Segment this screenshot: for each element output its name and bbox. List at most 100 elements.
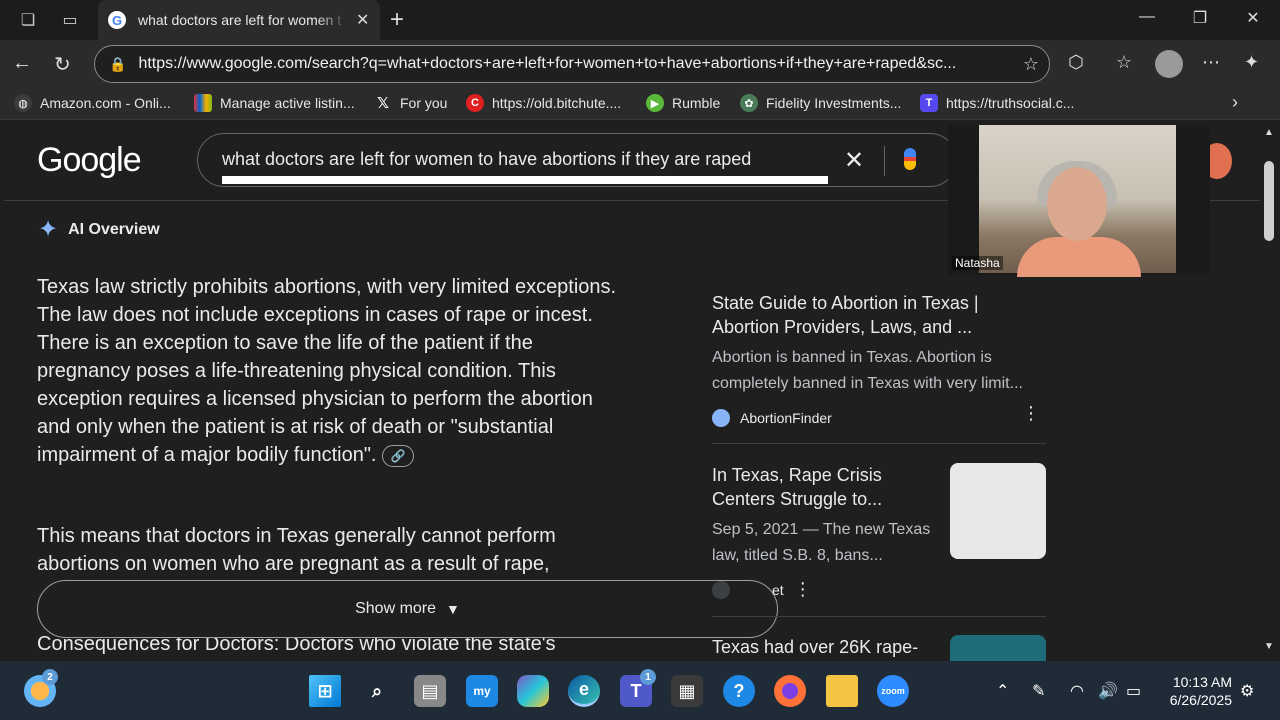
scroll-up-arrow-icon[interactable]: ▲ bbox=[1264, 127, 1274, 138]
bookmark-label: Amazon.com - Onli... bbox=[40, 95, 171, 111]
title-bar: ❏ ▭ G what doctors are left for women t … bbox=[0, 0, 1280, 40]
site-info-icon[interactable]: 🔒 bbox=[109, 56, 126, 73]
show-more-label: Show more bbox=[355, 600, 437, 617]
google-favicon-icon: G bbox=[108, 11, 126, 29]
bookmark-fidelity[interactable]: ✿ Fidelity Investments... bbox=[740, 94, 901, 112]
url-text: https://www.google.com/search?q=what+doc… bbox=[138, 55, 957, 72]
file-explorer-icon[interactable] bbox=[826, 675, 858, 707]
teams-app-icon[interactable]: T 1 bbox=[620, 669, 656, 707]
bookmark-rumble[interactable]: ▶ Rumble bbox=[646, 94, 720, 112]
help-app-icon[interactable]: ? bbox=[723, 675, 755, 707]
close-tab-icon[interactable]: ✕ bbox=[356, 10, 369, 30]
source-thumbnail-image[interactable] bbox=[950, 635, 1046, 661]
workspaces-icon[interactable]: ❏ bbox=[16, 8, 40, 32]
touch-keyboard-icon[interactable]: ✎ bbox=[1032, 681, 1045, 701]
minimize-button[interactable]: — bbox=[1132, 8, 1162, 26]
copilot-app-icon[interactable] bbox=[517, 675, 549, 707]
fidelity-icon: ✿ bbox=[740, 94, 758, 112]
clock-date: 6/26/2025 bbox=[1169, 692, 1232, 708]
refresh-button[interactable]: ↻ bbox=[54, 52, 71, 77]
source-title[interactable]: State Guide to Abortion in Texas | Abort… bbox=[712, 291, 1046, 339]
voice-search-icon[interactable] bbox=[904, 148, 916, 170]
edge-browser-icon[interactable]: e bbox=[568, 675, 600, 707]
clear-search-icon[interactable]: ✕ bbox=[844, 146, 864, 175]
site-favicon-icon bbox=[712, 580, 730, 599]
x-logo-icon: 𝕏 bbox=[376, 95, 390, 112]
mypay-app-icon[interactable]: my bbox=[466, 675, 498, 707]
source-snippet: Sep 5, 2021 — The new Texas law, titled … bbox=[712, 521, 931, 564]
store-app-icon[interactable]: ▦ bbox=[671, 675, 703, 707]
close-window-button[interactable]: ✕ bbox=[1238, 8, 1268, 28]
scrollbar-thumb[interactable] bbox=[1264, 161, 1274, 241]
address-toolbar: ← ↻ 🔒 https://www.google.com/search?q=wh… bbox=[0, 40, 1280, 88]
settings-gear-icon[interactable]: ⚙ bbox=[1240, 681, 1254, 701]
more-options-icon[interactable]: ⋮ bbox=[1022, 403, 1040, 424]
source-title[interactable]: Texas had over 26K rape- bbox=[712, 635, 932, 659]
google-logo[interactable]: Google bbox=[37, 141, 142, 180]
news-thumbnail-image[interactable] bbox=[950, 463, 1046, 559]
clock-time: 10:13 AM bbox=[1172, 674, 1232, 690]
battery-icon[interactable]: ▭ bbox=[1126, 681, 1141, 701]
ai-overview-paragraph-2: This means that doctors in Texas general… bbox=[37, 525, 556, 575]
address-bar[interactable]: 🔒 https://www.google.com/search?q=what+d… bbox=[94, 45, 1050, 83]
task-view-icon[interactable]: ▤ bbox=[414, 675, 446, 707]
source-site-name: et bbox=[772, 581, 784, 598]
chevron-down-icon: ▼ bbox=[446, 601, 460, 617]
show-more-button[interactable]: Show more ▼ bbox=[37, 580, 778, 638]
bookmark-bitchute[interactable]: Chttps://old.bitchute.... bbox=[466, 94, 621, 112]
system-clock[interactable]: 10:13 AM 6/26/2025 bbox=[1160, 673, 1232, 709]
source-site[interactable]: AbortionFinder bbox=[712, 409, 1046, 427]
video-call-overlay: Natasha bbox=[948, 125, 1210, 277]
extensions-icon[interactable]: ⬡ bbox=[1068, 52, 1084, 73]
source-title[interactable]: In Texas, Rape Crisis Centers Struggle t… bbox=[712, 463, 932, 511]
back-button[interactable]: ← bbox=[12, 52, 32, 75]
weather-badge: 2 bbox=[42, 669, 58, 685]
new-tab-button[interactable]: + bbox=[390, 6, 404, 34]
page-scrollbar[interactable]: ▲ ▼ bbox=[1260, 121, 1280, 661]
source-snippet: Abortion is banned in Texas. Abortion is… bbox=[712, 349, 1023, 392]
zoom-app-icon[interactable]: zoom bbox=[877, 675, 909, 707]
citation-link-icon[interactable]: 🔗 bbox=[382, 444, 415, 467]
bookmarks-overflow-chevron-icon[interactable]: › bbox=[1232, 92, 1238, 113]
truthsocial-icon: T bbox=[920, 94, 938, 112]
active-tab[interactable]: G what doctors are left for women t ✕ bbox=[98, 0, 380, 40]
bitchute-icon: C bbox=[466, 94, 484, 112]
source-card-1[interactable]: State Guide to Abortion in Texas | Abort… bbox=[712, 291, 1046, 427]
participant-face bbox=[1047, 167, 1107, 241]
volume-icon[interactable]: 🔊 bbox=[1098, 681, 1118, 701]
participant-video bbox=[979, 125, 1176, 277]
search-divider bbox=[884, 146, 885, 176]
source-divider bbox=[712, 616, 1046, 617]
start-button[interactable]: ⊞ bbox=[309, 675, 341, 707]
copilot-icon[interactable]: ✦ bbox=[1244, 52, 1259, 73]
source-card-3[interactable]: Texas had over 26K rape- bbox=[712, 635, 932, 659]
participant-name: Natasha bbox=[952, 256, 1003, 270]
show-hidden-icons-chevron-icon[interactable]: ⌃ bbox=[996, 681, 1009, 701]
more-options-icon[interactable]: ⋮ bbox=[794, 579, 812, 600]
bookmark-amazon[interactable]: ◍ Amazon.com - Onli... bbox=[14, 94, 171, 112]
search-input[interactable]: what doctors are left for women to have … bbox=[222, 149, 828, 184]
bookmark-manage-listings[interactable]: Manage active listin... bbox=[194, 94, 355, 112]
tab-actions-icon[interactable]: ▭ bbox=[58, 8, 82, 32]
ai-sparkle-icon: ✦ bbox=[38, 216, 59, 243]
source-site[interactable]: et ⋮ bbox=[712, 579, 932, 600]
favorites-icon[interactable]: ☆ bbox=[1116, 52, 1132, 73]
favorite-star-icon[interactable]: ☆ bbox=[1023, 54, 1039, 75]
scroll-down-arrow-icon[interactable]: ▼ bbox=[1264, 641, 1274, 652]
bookmarks-bar: ◍ Amazon.com - Onli... Manage active list… bbox=[0, 88, 1280, 120]
menu-icon[interactable]: ⋯ bbox=[1202, 52, 1220, 73]
source-card-2[interactable]: In Texas, Rape Crisis Centers Struggle t… bbox=[712, 463, 932, 600]
bookmark-truthsocial[interactable]: Thttps://truthsocial.c... bbox=[920, 94, 1074, 112]
weather-widget-icon[interactable]: 2 bbox=[24, 669, 58, 707]
search-box[interactable]: what doctors are left for women to have … bbox=[197, 133, 957, 187]
site-favicon-icon bbox=[712, 409, 730, 427]
ai-overview-title: AI Overview bbox=[68, 220, 160, 238]
bookmark-x[interactable]: 𝕏 For you bbox=[374, 94, 448, 112]
search-taskbar-icon[interactable]: ⌕ bbox=[361, 675, 393, 707]
maximize-button[interactable]: ❐ bbox=[1185, 8, 1215, 28]
wifi-icon[interactable]: ◠ bbox=[1070, 681, 1084, 701]
firefox-icon[interactable] bbox=[774, 675, 806, 707]
bookmark-label: Rumble bbox=[672, 95, 721, 111]
ai-overview-heading: ✦ AI Overview bbox=[38, 215, 160, 244]
profile-avatar[interactable] bbox=[1155, 50, 1183, 78]
